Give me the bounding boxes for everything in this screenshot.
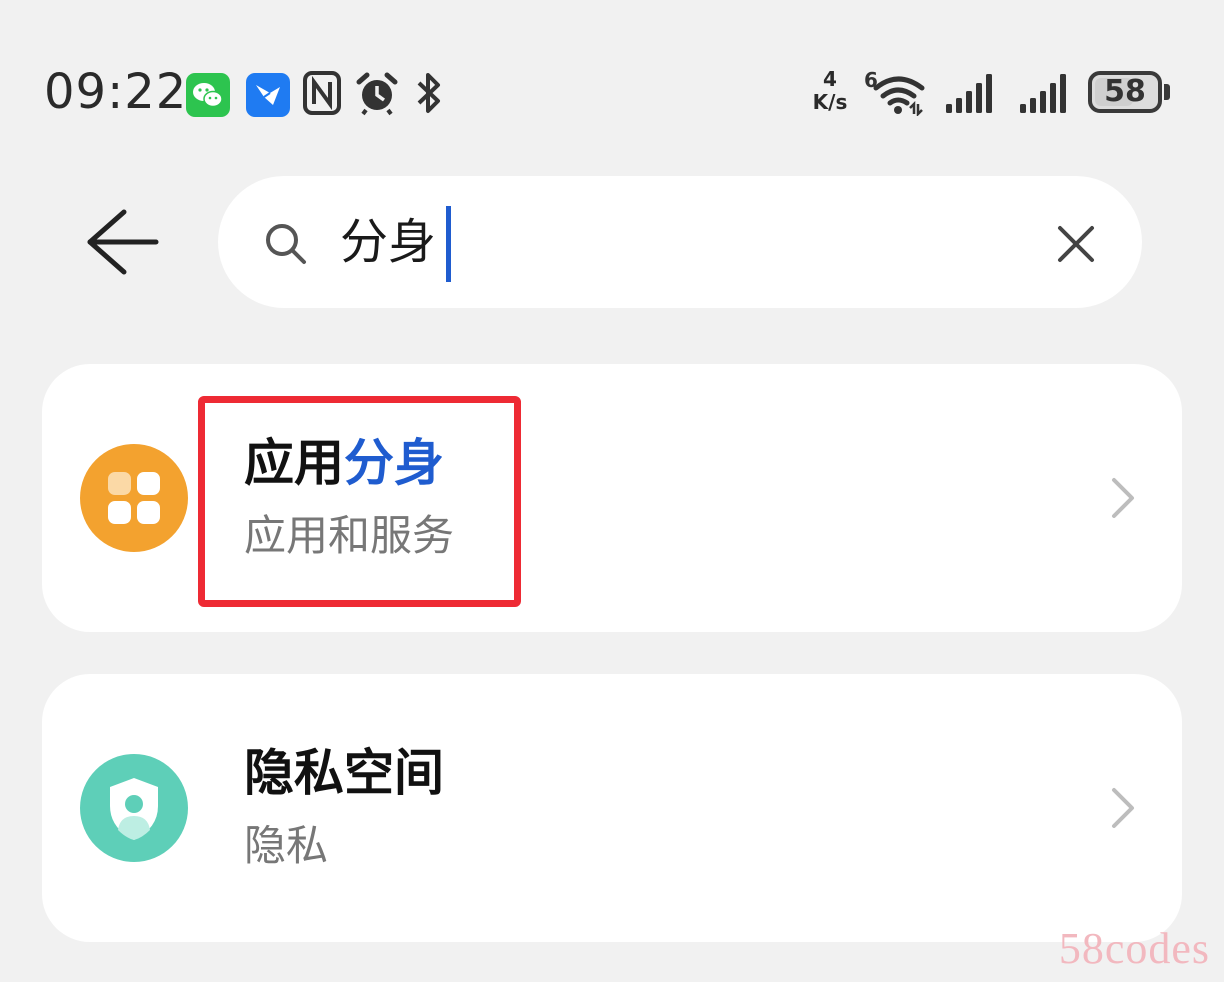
status-time: 09:22 (44, 64, 188, 120)
signal-icon (1018, 72, 1072, 118)
network-speed: 4 K/s (806, 68, 854, 114)
result-subtitle: 应用和服务 (244, 511, 455, 560)
search-bar[interactable]: 分身 (218, 176, 1142, 308)
battery-cap (1164, 84, 1170, 100)
watermark: 58codes (1058, 924, 1210, 973)
search-icon (262, 220, 310, 268)
chevron-right-icon (1108, 474, 1138, 522)
result-title-prefix: 应用 (244, 434, 344, 492)
wifi-badge: 6 (864, 68, 878, 92)
chevron-right-icon (1108, 784, 1138, 832)
search-result-privacy-space[interactable]: 隐私空间 隐私 (42, 674, 1182, 942)
signal-icon (944, 72, 998, 118)
privacy-shield-icon (80, 754, 188, 862)
wifi-icon: 6 (864, 68, 926, 120)
status-bar: 09:22 4 K/s 6 58 (0, 0, 1224, 140)
bluetooth-icon (414, 70, 444, 120)
wechat-icon (186, 73, 230, 117)
battery-icon: 58 (1088, 71, 1162, 113)
close-icon (1058, 226, 1094, 262)
back-button[interactable] (80, 200, 170, 284)
search-result-app-clone[interactable]: 应用分身 应用和服务 (42, 364, 1182, 632)
network-speed-unit: K/s (812, 90, 848, 114)
alarm-icon (354, 70, 400, 120)
feishu-icon (246, 73, 290, 117)
result-subtitle: 隐私 (244, 821, 329, 870)
search-input[interactable]: 分身 (340, 206, 436, 278)
app-grid-icon (80, 444, 188, 552)
arrow-left-icon (87, 209, 159, 275)
battery-level: 58 (1104, 74, 1146, 109)
result-title-match: 分身 (344, 434, 444, 492)
clear-search-button[interactable] (1052, 220, 1100, 268)
nfc-icon (302, 70, 342, 120)
text-cursor (446, 206, 451, 282)
result-title: 隐私空间 (244, 744, 444, 802)
network-speed-value: 4 (823, 67, 837, 91)
result-title: 应用分身 (244, 428, 444, 498)
